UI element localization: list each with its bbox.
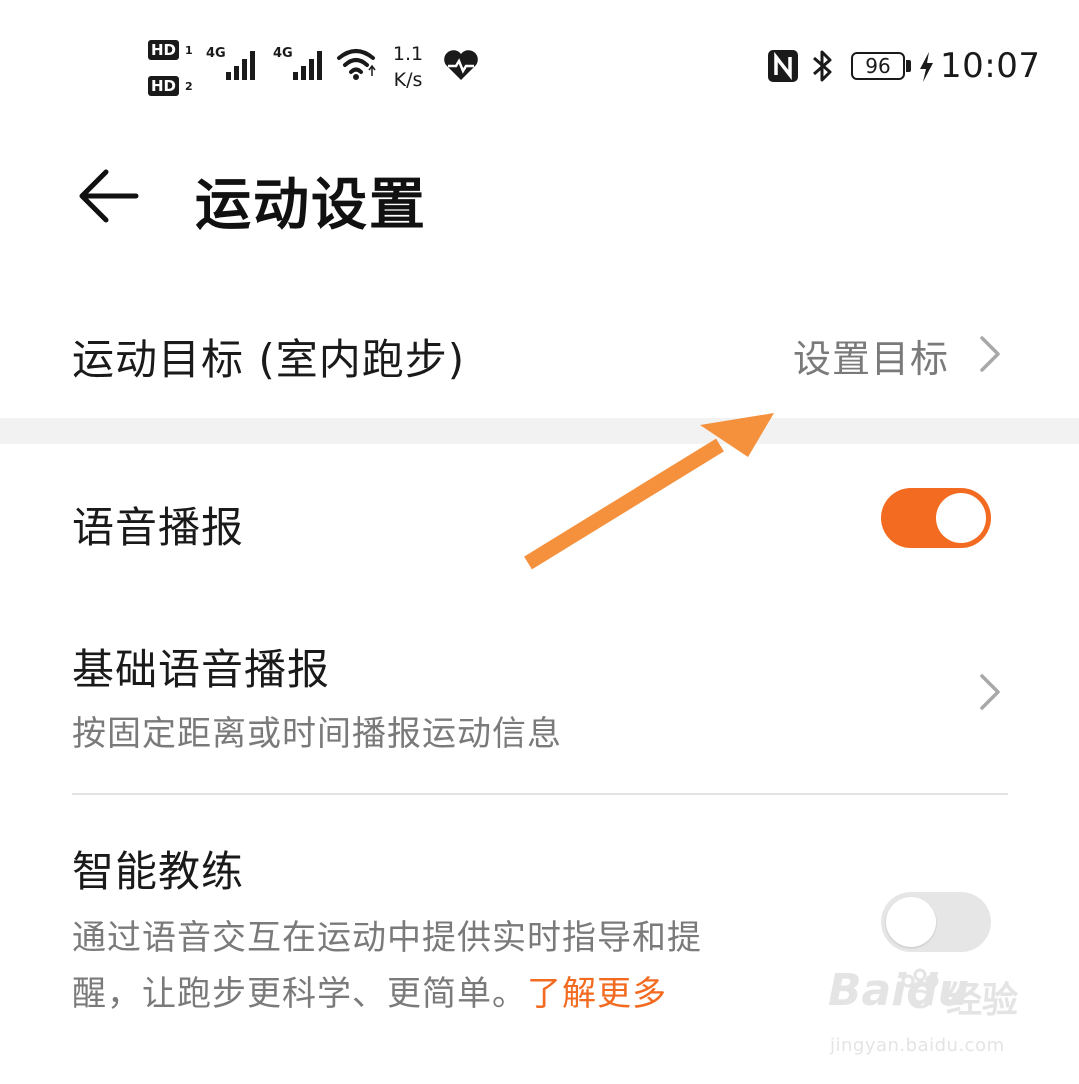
smart-coach-description-line2: 醒，让跑步更科学、更简单。 bbox=[72, 974, 527, 1014]
smart-coach-toggle[interactable] bbox=[881, 892, 991, 952]
bluetooth-icon bbox=[813, 50, 832, 82]
smart-coach-label: 智能教练 bbox=[72, 847, 245, 896]
battery-cap bbox=[906, 60, 911, 72]
voice-toggle[interactable] bbox=[881, 488, 991, 548]
battery-icon: 96 bbox=[851, 52, 905, 80]
back-arrow-icon[interactable] bbox=[74, 164, 144, 228]
basic-voice-label: 基础语音播报 bbox=[72, 645, 331, 694]
watermark-url: jingyan.baidu.com bbox=[830, 1035, 1005, 1056]
network-speed-value: 1.1 bbox=[392, 43, 424, 65]
hd1-badge: HD bbox=[148, 40, 180, 60]
sim2-network-type: 4G bbox=[273, 46, 293, 61]
wifi-icon bbox=[337, 49, 376, 80]
setting-row-basic-voice[interactable]: 基础语音播报 按固定距离或时间播报运动信息 bbox=[0, 620, 1079, 770]
setting-row-goal[interactable]: 运动目标 (室内跑步) 设置目标 bbox=[0, 300, 1079, 410]
signal-icon bbox=[226, 51, 255, 80]
divider bbox=[72, 793, 1008, 795]
chevron-right-icon bbox=[980, 336, 1000, 372]
basic-voice-description: 按固定距离或时间播报运动信息 bbox=[72, 714, 562, 754]
watermark-product: 经验 bbox=[946, 980, 1019, 1021]
nfc-icon bbox=[768, 50, 798, 82]
charging-icon bbox=[920, 52, 933, 82]
page-title: 运动设置 bbox=[195, 173, 427, 238]
baidu-jingyan-watermark: Baidu 经验 jingyan.baidu.com bbox=[826, 965, 1026, 1075]
sim1-network-type: 4G bbox=[206, 46, 226, 61]
chevron-right-icon bbox=[980, 674, 1000, 710]
hd1-sim-number: 1 bbox=[185, 44, 193, 57]
goal-value: 设置目标 bbox=[793, 337, 950, 381]
smart-coach-description-line2-wrap: 醒，让跑步更科学、更简单。了解更多 bbox=[72, 966, 667, 1015]
learn-more-link[interactable]: 了解更多 bbox=[527, 974, 667, 1014]
hd2-badge: HD bbox=[148, 76, 180, 96]
network-speed-unit: K/s bbox=[393, 69, 423, 91]
signal-icon bbox=[293, 51, 322, 80]
status-time: 10:07 bbox=[940, 46, 1041, 86]
annotation-arrow-icon bbox=[524, 413, 774, 570]
toggle-knob bbox=[936, 493, 986, 543]
health-heart-icon bbox=[444, 50, 478, 80]
goal-label: 运动目标 (室内跑步) bbox=[72, 335, 466, 384]
toggle-knob bbox=[886, 897, 936, 947]
voice-label: 语音播报 bbox=[72, 503, 245, 552]
paw-icon bbox=[901, 968, 939, 1009]
smart-coach-description-line1: 通过语音交互在运动中提供实时指导和提 bbox=[72, 918, 702, 958]
hd2-sim-number: 2 bbox=[185, 80, 193, 93]
